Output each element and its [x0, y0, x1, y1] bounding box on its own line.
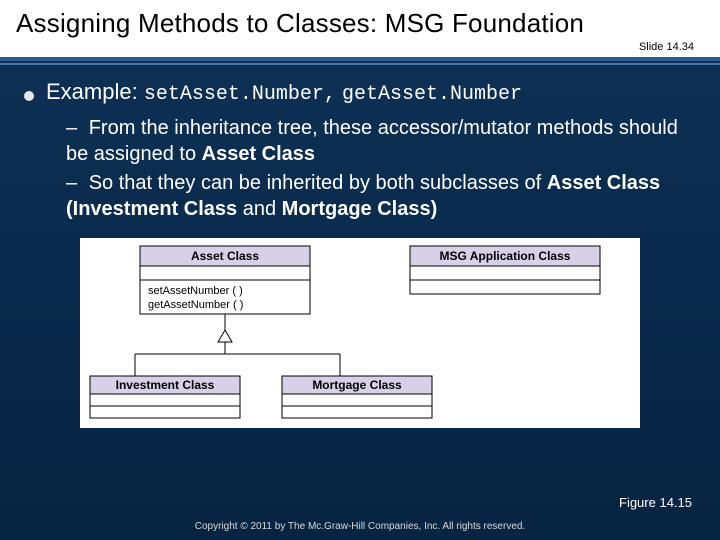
- sub-bullet-2: – So that they can be inherited by both …: [66, 171, 696, 222]
- example-label: Example:: [46, 79, 138, 104]
- main-bullet: Example: setAsset.Number, getAsset.Numbe…: [24, 79, 696, 106]
- uml-svg: Asset Class setAssetNumber ( ) getAssetN…: [80, 238, 640, 428]
- dash-icon: –: [66, 172, 77, 194]
- msg-application-class-box: MSG Application Class: [410, 246, 600, 294]
- sub-bullets: – From the inheritance tree, these acces…: [66, 116, 696, 222]
- uml-diagram: Asset Class setAssetNumber ( ) getAssetN…: [80, 238, 640, 428]
- slide-title: Assigning Methods to Classes: MSG Founda…: [16, 8, 704, 39]
- svg-text:Mortgage Class: Mortgage Class: [312, 378, 402, 392]
- slide-number: Slide 14.34: [16, 41, 704, 53]
- svg-text:Investment Class: Investment Class: [116, 378, 215, 392]
- dash-icon: –: [66, 117, 77, 139]
- figure-label: Figure 14.15: [619, 495, 692, 510]
- code-set: setAsset.Number,: [144, 83, 336, 106]
- divider-thick: [0, 57, 720, 61]
- svg-text:getAssetNumber ( ): getAssetNumber ( ): [148, 299, 243, 311]
- bullet-disc-icon: [24, 91, 34, 101]
- investment-class-box: Investment Class: [90, 376, 240, 418]
- mortgage-class-box: Mortgage Class: [282, 376, 432, 418]
- code-get: getAsset.Number: [342, 83, 522, 106]
- svg-text:setAssetNumber ( ): setAssetNumber ( ): [148, 285, 243, 297]
- svg-text:MSG Application Class: MSG Application Class: [440, 249, 571, 263]
- copyright-text: Copyright © 2011 by The Mc.Graw-Hill Com…: [0, 521, 720, 532]
- title-bar: Assigning Methods to Classes: MSG Founda…: [0, 0, 720, 57]
- sub-bullet-1: – From the inheritance tree, these acces…: [66, 116, 696, 167]
- svg-text:Asset Class: Asset Class: [191, 249, 259, 263]
- asset-class-box: Asset Class setAssetNumber ( ) getAssetN…: [140, 246, 310, 314]
- content-area: Example: setAsset.Number, getAsset.Numbe…: [0, 65, 720, 428]
